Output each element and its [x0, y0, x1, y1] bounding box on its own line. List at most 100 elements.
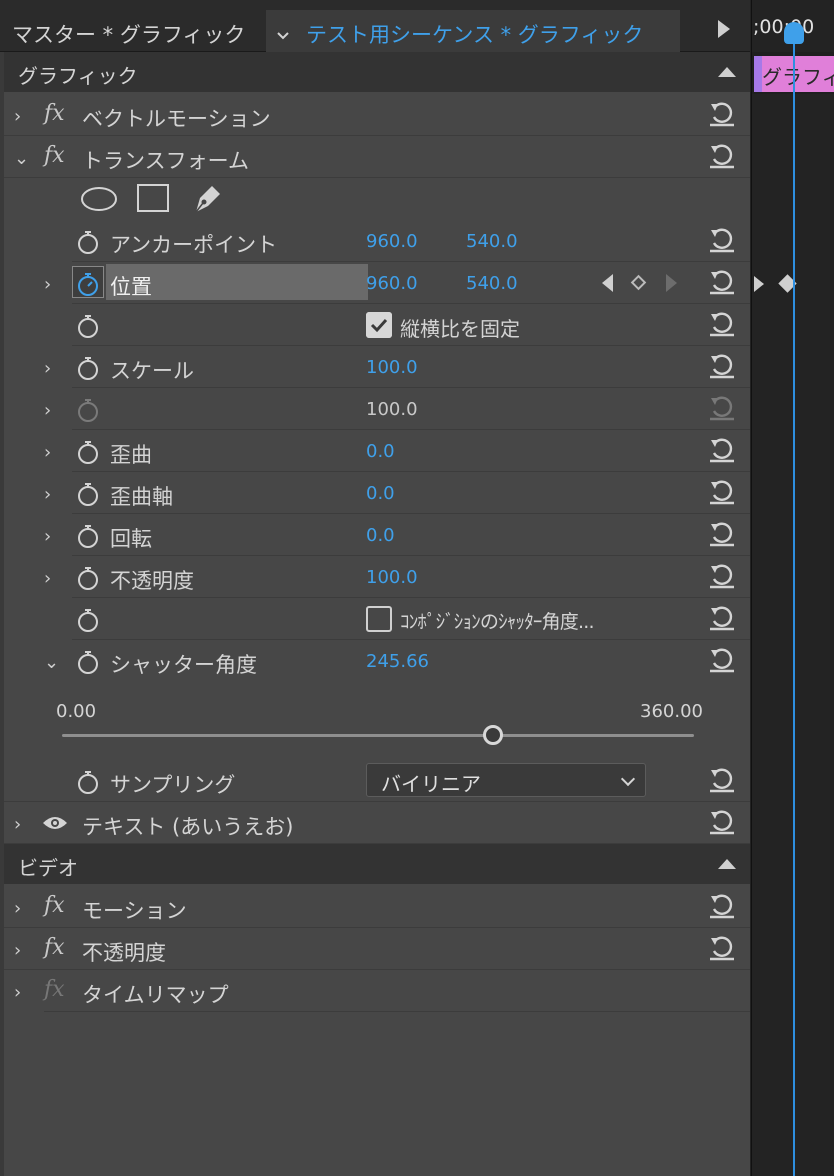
uniform-scale-checkbox[interactable] — [366, 312, 392, 338]
mini-timeline[interactable]: ;00;00 グラフィ — [751, 0, 834, 1176]
eye-icon[interactable] — [42, 814, 68, 832]
effect-row-opacity[interactable]: › fx 不透明度 — [4, 928, 750, 970]
stopwatch-icon[interactable] — [76, 608, 100, 632]
shutter-angle-slider[interactable]: 0.00 360.00 — [4, 692, 750, 758]
section-header-graphics[interactable]: グラフィック — [4, 52, 750, 92]
prop-row-position[interactable]: › 位置 960.0 540.0 — [4, 262, 750, 304]
fx-icon[interactable]: fx — [44, 143, 65, 168]
stopwatch-icon[interactable] — [76, 650, 100, 674]
opacity-value[interactable]: 100.0 — [366, 567, 418, 588]
stopwatch-icon[interactable] — [76, 314, 100, 338]
stopwatch-icon[interactable] — [76, 440, 100, 464]
sampling-dropdown[interactable]: バイリニア — [366, 763, 646, 797]
chevron-down-icon[interactable] — [276, 29, 290, 43]
chevron-down-icon[interactable]: ⌄ — [14, 148, 29, 169]
slider-track[interactable] — [62, 734, 694, 737]
playhead-line[interactable] — [793, 30, 795, 1176]
playhead-handle[interactable] — [784, 22, 804, 44]
slider-thumb[interactable] — [483, 725, 504, 745]
reset-icon[interactable] — [708, 647, 736, 673]
scale-value[interactable]: 100.0 — [366, 357, 418, 378]
effect-row-transform[interactable]: ⌄ fx トランスフォーム — [4, 136, 750, 178]
prop-row-skew-axis[interactable]: › 歪曲軸 0.0 — [4, 472, 750, 514]
fx-icon[interactable]: fx — [44, 893, 65, 918]
comp-shutter-checkbox[interactable] — [366, 606, 392, 632]
anchor-y-value[interactable]: 540.0 — [466, 231, 518, 252]
effect-row-text[interactable]: › テキスト (あいうえお) — [4, 802, 750, 844]
stopwatch-icon[interactable] — [76, 770, 100, 794]
collapse-up-icon[interactable] — [718, 859, 736, 869]
reset-icon[interactable] — [708, 353, 736, 379]
reset-icon[interactable] — [708, 101, 736, 127]
add-keyframe-icon[interactable] — [630, 274, 647, 291]
reset-icon[interactable] — [708, 521, 736, 547]
effect-row-time-remap[interactable]: › fx タイムリマップ — [4, 970, 750, 1012]
chevron-right-icon[interactable]: › — [44, 358, 58, 379]
stopwatch-icon[interactable] — [76, 524, 100, 548]
reset-icon[interactable] — [708, 563, 736, 589]
prop-row-skew[interactable]: › 歪曲 0.0 — [4, 430, 750, 472]
fx-icon[interactable]: fx — [44, 935, 65, 960]
reset-icon[interactable] — [708, 227, 736, 253]
ellipse-mask-icon[interactable] — [80, 185, 118, 213]
reset-icon[interactable] — [708, 605, 736, 631]
anchor-x-value[interactable]: 960.0 — [366, 231, 418, 252]
effect-row-motion[interactable]: › fx モーション — [4, 886, 750, 928]
chevron-right-icon[interactable]: › — [44, 484, 58, 505]
rectangle-mask-icon[interactable] — [136, 183, 170, 213]
chevron-right-icon[interactable]: › — [44, 568, 58, 589]
reset-icon[interactable] — [708, 767, 736, 793]
rotation-value[interactable]: 0.0 — [366, 525, 395, 546]
chevron-right-icon[interactable]: › — [44, 400, 58, 421]
stopwatch-icon[interactable] — [76, 566, 100, 590]
stopwatch-icon[interactable] — [76, 230, 100, 254]
position-y-value[interactable]: 540.0 — [466, 273, 518, 294]
reset-icon[interactable] — [708, 479, 736, 505]
shutter-angle-value[interactable]: 245.66 — [366, 651, 429, 672]
tab-sequence-label: テスト用シーケンス * グラフィック — [306, 23, 644, 47]
chevron-right-icon[interactable]: › — [44, 442, 58, 463]
chevron-right-icon[interactable]: › — [14, 940, 28, 961]
chevron-down-icon[interactable]: ⌄ — [44, 652, 59, 673]
reset-icon[interactable] — [708, 935, 736, 961]
chevron-right-icon[interactable]: › — [14, 814, 28, 835]
pen-mask-icon[interactable] — [190, 180, 224, 216]
chevron-right-icon[interactable]: › — [14, 898, 28, 919]
position-x-value[interactable]: 960.0 — [366, 273, 418, 294]
reset-icon[interactable] — [708, 893, 736, 919]
reset-icon[interactable] — [708, 809, 736, 835]
chevron-right-icon[interactable]: › — [44, 526, 58, 547]
section-header-video[interactable]: ビデオ — [4, 844, 750, 884]
chevron-right-icon[interactable]: › — [44, 274, 58, 295]
clip-handle[interactable] — [754, 56, 762, 92]
effect-row-vector-motion[interactable]: › fx ベクトルモーション — [4, 94, 750, 136]
play-arrow-icon[interactable] — [718, 20, 730, 38]
reset-icon[interactable] — [708, 143, 736, 169]
skew-axis-value[interactable]: 0.0 — [366, 483, 395, 504]
prop-row-sampling[interactable]: サンプリング バイリニア — [4, 760, 750, 802]
skew-value[interactable]: 0.0 — [366, 441, 395, 462]
prop-row-comp-shutter[interactable]: ｺﾝﾎﾟｼﾞｼｮﾝのｼｬｯﾀｰ角度... — [4, 598, 750, 640]
chevron-right-icon[interactable]: › — [14, 982, 28, 1003]
scale-width-value: 100.0 — [366, 399, 418, 420]
chevron-right-icon[interactable]: › — [14, 106, 28, 127]
reset-icon[interactable] — [708, 311, 736, 337]
collapse-up-icon[interactable] — [718, 67, 736, 77]
next-keyframe-icon[interactable] — [666, 274, 677, 292]
prev-keyframe-icon[interactable] — [602, 274, 613, 292]
reset-icon[interactable] — [708, 269, 736, 295]
prop-row-shutter-angle[interactable]: ⌄ シャッター角度 245.66 — [4, 640, 750, 682]
prop-label: 位置 — [110, 275, 152, 299]
prop-row-opacity[interactable]: › 不透明度 100.0 — [4, 556, 750, 598]
stopwatch-active-icon[interactable] — [76, 272, 100, 296]
stopwatch-icon[interactable] — [76, 482, 100, 506]
reset-icon[interactable] — [708, 437, 736, 463]
prop-row-uniform-scale[interactable]: 縦横比を固定 — [4, 304, 750, 346]
tab-master-graphic[interactable]: マスター * グラフィック — [0, 10, 264, 52]
fx-icon[interactable]: fx — [44, 101, 65, 126]
prop-row-anchor-point[interactable]: アンカーポイント 960.0 540.0 — [4, 220, 750, 262]
stopwatch-icon[interactable] — [76, 356, 100, 380]
tab-sequence-graphic[interactable]: テスト用シーケンス * グラフィック — [266, 10, 680, 52]
prop-row-scale[interactable]: › スケール 100.0 — [4, 346, 750, 388]
prop-row-rotation[interactable]: › 回転 0.0 — [4, 514, 750, 556]
